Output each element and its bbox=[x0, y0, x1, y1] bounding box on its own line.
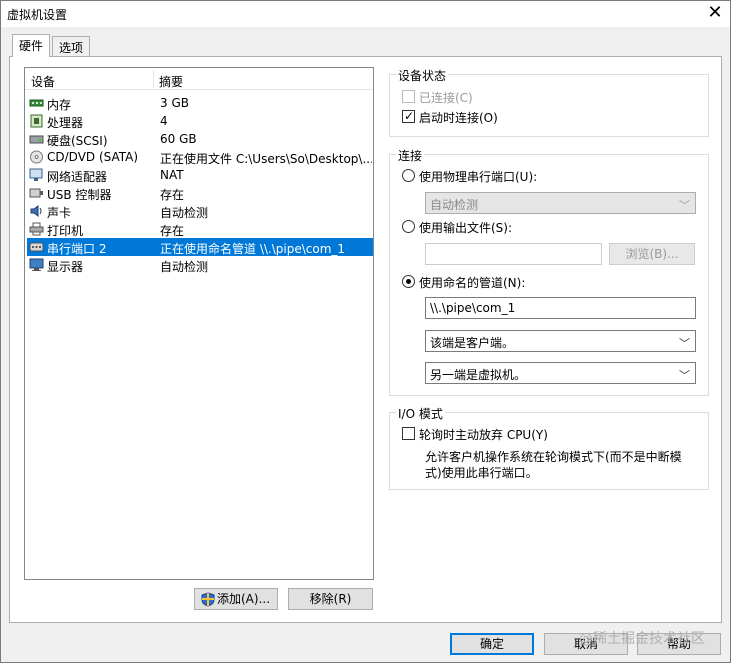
close-icon[interactable]: ✕ bbox=[704, 3, 726, 25]
pipe-other-end-select[interactable]: 另一端是虚拟机。 ﹀ bbox=[425, 362, 696, 384]
chevron-down-icon: ﹀ bbox=[679, 337, 690, 350]
column-header-device[interactable]: 设备 bbox=[31, 73, 55, 90]
device-row-serial-port-2[interactable]: 串行端口 2 正在使用命名管道 \\.\pipe\com_1 bbox=[27, 238, 373, 256]
output-file-label: 使用输出文件(S): bbox=[419, 221, 513, 235]
io-mode-title: I/O 模式 bbox=[396, 405, 445, 422]
device-name: USB 控制器 bbox=[47, 188, 112, 202]
device-summary: 自动检测 bbox=[160, 260, 209, 274]
device-row-sound[interactable]: 声卡 自动检测 bbox=[27, 202, 373, 220]
cd-icon bbox=[30, 150, 43, 164]
sound-icon bbox=[30, 205, 42, 217]
harddisk-icon bbox=[29, 135, 44, 144]
shield-icon bbox=[201, 592, 215, 607]
connect-at-power-on-label: 启动时连接(O) bbox=[419, 111, 498, 125]
add-device-label: 添加(A)... bbox=[217, 592, 271, 606]
vm-settings-window: 虚拟机设置 ✕ 硬件 选项 设备 摘要 内存 3 GB 处理器 4 硬盘(SCS… bbox=[0, 0, 731, 663]
ok-button[interactable]: 确定 bbox=[450, 633, 534, 655]
chevron-down-icon: ﹀ bbox=[679, 199, 690, 212]
io-mode-description: 允许客户机操作系统在轮询模式下(而不是中断模式)使用此串行端口。 bbox=[425, 450, 682, 480]
device-name: CD/DVD (SATA) bbox=[47, 150, 139, 164]
device-name: 串行端口 2 bbox=[47, 242, 107, 256]
pipe-end-select[interactable]: 该端是客户端。 ﹀ bbox=[425, 330, 696, 352]
output-file-radio[interactable] bbox=[402, 220, 415, 233]
device-row-usb[interactable]: USB 控制器 存在 bbox=[27, 184, 373, 202]
device-list-header: 设备 摘要 bbox=[25, 68, 373, 90]
connection-title: 连接 bbox=[396, 147, 425, 164]
watermark-text: @稀土掘金技术社区 bbox=[579, 631, 705, 647]
device-row-printer[interactable]: 打印机 存在 bbox=[27, 220, 373, 238]
printer-icon bbox=[29, 222, 44, 236]
tab-options-label: 选项 bbox=[59, 41, 84, 55]
column-separator[interactable] bbox=[153, 70, 154, 88]
physical-port-radio[interactable] bbox=[402, 169, 415, 182]
remove-device-label: 移除(R) bbox=[309, 592, 352, 606]
browse-label: 浏览(B)... bbox=[625, 247, 679, 261]
processor-icon bbox=[30, 114, 43, 128]
device-name: 声卡 bbox=[47, 206, 72, 220]
network-icon bbox=[29, 168, 43, 181]
memory-icon bbox=[29, 99, 44, 107]
device-summary: 3 GB bbox=[160, 96, 189, 110]
pipe-end-select-value: 该端是客户端。 bbox=[430, 336, 515, 350]
device-summary: 自动检测 bbox=[160, 206, 209, 220]
tab-hardware-label: 硬件 bbox=[19, 39, 44, 53]
device-summary: 存在 bbox=[160, 224, 185, 238]
remove-device-button[interactable]: 移除(R) bbox=[288, 588, 373, 610]
add-device-button[interactable]: 添加(A)... bbox=[194, 588, 278, 610]
device-name: 打印机 bbox=[47, 224, 84, 238]
device-name: 硬盘(SCSI) bbox=[47, 134, 108, 148]
named-pipe-input[interactable]: \\.\pipe\com_1 bbox=[425, 297, 696, 319]
physical-port-label: 使用物理串行端口(U): bbox=[419, 170, 538, 184]
tab-options[interactable]: 选项 bbox=[52, 36, 91, 56]
device-row-display[interactable]: 显示器 自动检测 bbox=[27, 256, 373, 274]
chevron-down-icon: ﹀ bbox=[679, 369, 690, 382]
device-summary: 4 bbox=[160, 114, 168, 128]
column-header-summary[interactable]: 摘要 bbox=[159, 73, 183, 90]
ok-label: 确定 bbox=[479, 637, 504, 651]
device-summary: NAT bbox=[160, 168, 184, 182]
physical-port-select-value: 自动检测 bbox=[430, 198, 479, 212]
yield-cpu-checkbox[interactable] bbox=[402, 427, 415, 440]
browse-button[interactable]: 浏览(B)... bbox=[609, 243, 695, 265]
device-name: 内存 bbox=[47, 98, 72, 112]
device-name: 处理器 bbox=[47, 116, 84, 130]
checkmark-icon: ✓ bbox=[404, 109, 415, 123]
device-row-cd-dvd[interactable]: CD/DVD (SATA) 正在使用文件 C:\Users\So\Desktop… bbox=[27, 148, 373, 166]
device-row-processor[interactable]: 处理器 4 bbox=[27, 112, 373, 130]
device-name: 显示器 bbox=[47, 260, 84, 274]
radio-selected-dot bbox=[406, 279, 411, 284]
named-pipe-input-value: \\.\pipe\com_1 bbox=[430, 301, 516, 315]
device-summary: 正在使用文件 C:\Users\So\Desktop\... bbox=[160, 152, 372, 166]
device-name: 网络适配器 bbox=[47, 170, 108, 184]
device-row-harddisk[interactable]: 硬盘(SCSI) 60 GB bbox=[27, 130, 373, 148]
yield-cpu-label: 轮询时主动放弃 CPU(Y) bbox=[419, 428, 548, 442]
display-icon bbox=[29, 258, 44, 271]
title-bar: 虚拟机设置 ✕ bbox=[1, 1, 730, 27]
device-list[interactable]: 设备 摘要 内存 3 GB 处理器 4 硬盘(SCSI) 60 GB CD/DV… bbox=[24, 67, 374, 580]
named-pipe-label: 使用命名的管道(N): bbox=[419, 276, 526, 290]
tab-hardware[interactable]: 硬件 bbox=[12, 34, 51, 57]
usb-icon bbox=[29, 188, 43, 198]
named-pipe-radio[interactable] bbox=[402, 275, 415, 288]
serial-port-icon bbox=[29, 242, 44, 252]
device-summary: 60 GB bbox=[160, 132, 197, 146]
connected-checkbox[interactable] bbox=[402, 90, 415, 103]
physical-port-select[interactable]: 自动检测 ﹀ bbox=[425, 192, 696, 214]
device-row-network[interactable]: 网络适配器 NAT bbox=[27, 166, 373, 184]
window-title: 虚拟机设置 bbox=[7, 8, 68, 22]
device-row-memory[interactable]: 内存 3 GB bbox=[27, 94, 373, 112]
connect-at-power-on-checkbox[interactable]: ✓ bbox=[402, 109, 415, 123]
device-summary: 正在使用命名管道 \\.\pipe\com_1 bbox=[160, 242, 346, 256]
pipe-other-end-select-value: 另一端是虚拟机。 bbox=[430, 368, 527, 382]
output-file-input[interactable] bbox=[425, 243, 602, 265]
device-status-title: 设备状态 bbox=[396, 67, 449, 84]
connected-label: 已连接(C) bbox=[419, 91, 473, 105]
device-summary: 存在 bbox=[160, 188, 185, 202]
